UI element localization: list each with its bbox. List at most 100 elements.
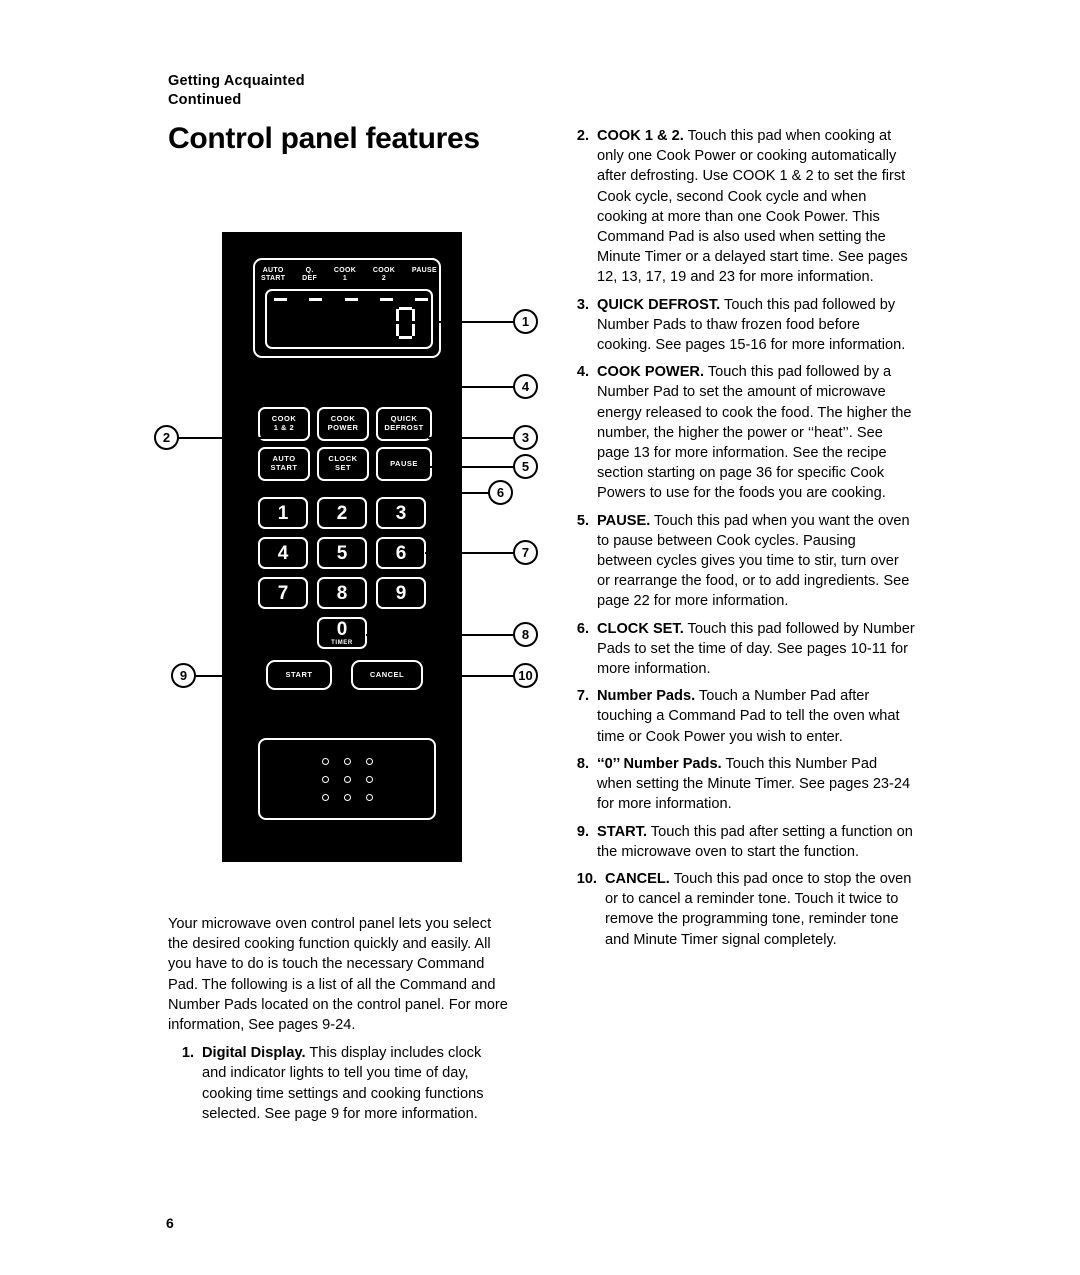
indicator-cook-1: COOK 1 bbox=[333, 267, 357, 282]
segment-top-right bbox=[412, 309, 415, 321]
leader-line-3 bbox=[428, 437, 514, 440]
pad-quick-defrost[interactable]: QUICK DEFROST bbox=[376, 407, 432, 441]
speaker-grille bbox=[258, 738, 436, 820]
callout-marker-3: 3 bbox=[513, 425, 538, 450]
segment-top-left bbox=[396, 309, 399, 321]
segment-top bbox=[399, 307, 412, 310]
speaker-hole bbox=[343, 793, 351, 801]
list-item-number: 1. bbox=[181, 1045, 194, 1062]
list-item-number: 2. bbox=[576, 128, 589, 144]
dash-segment bbox=[274, 298, 287, 301]
speaker-hole bbox=[365, 775, 373, 783]
left-text-column: Your microwave oven control panel lets y… bbox=[168, 914, 508, 1131]
number-pad-4[interactable]: 4 bbox=[258, 537, 308, 569]
number-pad-1[interactable]: 1 bbox=[258, 497, 308, 529]
number-pad-5[interactable]: 5 bbox=[317, 537, 367, 569]
speaker-hole bbox=[321, 757, 329, 765]
list-item-lead: PAUSE. bbox=[597, 512, 651, 529]
segment-bottom-left bbox=[396, 324, 399, 336]
speaker-hole bbox=[365, 757, 373, 765]
number-pad-2[interactable]: 2 bbox=[317, 497, 367, 529]
leader-line-8 bbox=[366, 634, 514, 637]
list-item: 5. PAUSE. Touch this pad when you want t… bbox=[563, 511, 915, 612]
list-item: 3. QUICK DEFROST. Touch this pad followe… bbox=[563, 295, 915, 356]
callout-marker-6: 6 bbox=[488, 480, 513, 505]
pad-auto-start[interactable]: AUTO START bbox=[258, 447, 310, 481]
speaker-hole bbox=[365, 793, 373, 801]
callout-marker-1: 1 bbox=[513, 309, 538, 334]
leader-line-4 bbox=[345, 386, 514, 389]
display-indicator-row: AUTO START Q. DEF COOK 1 COOK 2 PAUSE bbox=[261, 267, 437, 289]
leader-line-7 bbox=[425, 552, 514, 555]
kicker-line-2: Continued bbox=[168, 92, 242, 109]
intro-paragraph: Your microwave oven control panel lets y… bbox=[168, 916, 508, 1034]
pad-clock-set[interactable]: CLOCK SET bbox=[317, 447, 369, 481]
segment-bottom bbox=[399, 336, 412, 339]
dash-segment bbox=[344, 298, 358, 301]
list-item: 7. Number Pads. Touch a Number Pad after… bbox=[563, 686, 915, 747]
list-item: 8. ‘‘0’’ Number Pads. Touch this Number … bbox=[563, 754, 915, 815]
list-item: 9. START. Touch this pad after setting a… bbox=[563, 822, 915, 862]
speaker-hole bbox=[343, 757, 351, 765]
pad-start[interactable]: START bbox=[266, 660, 332, 690]
list-item-lead: ‘‘0’’ Number Pads. bbox=[597, 755, 722, 772]
list-item-number: 7. bbox=[576, 688, 589, 705]
right-text-column: 2. COOK 1 & 2. Touch this pad when cooki… bbox=[563, 126, 915, 957]
callout-marker-4: 4 bbox=[513, 374, 538, 399]
list-item-lead: START. bbox=[597, 823, 647, 840]
list-item-lead: COOK POWER. bbox=[597, 364, 705, 381]
document-page: Getting Acquainted Continued Control pan… bbox=[0, 0, 1080, 1275]
dash-segment bbox=[309, 298, 323, 301]
callout-marker-7: 7 bbox=[513, 540, 538, 565]
kicker-line-1: Getting Acquainted bbox=[168, 73, 305, 89]
dash-segment bbox=[379, 298, 393, 301]
pad-cancel[interactable]: CANCEL bbox=[351, 660, 423, 690]
list-item-number: 4. bbox=[576, 364, 589, 381]
list-item-number: 3. bbox=[576, 296, 589, 313]
list-item-lead: Digital Display. bbox=[202, 1045, 306, 1062]
indicator-cook-2: COOK 2 bbox=[372, 267, 396, 282]
number-pad-3[interactable]: 3 bbox=[376, 497, 426, 529]
leader-line-1 bbox=[436, 321, 514, 324]
list-item: 10. CANCEL. Touch this pad once to stop … bbox=[563, 869, 915, 950]
list-item: 2. COOK 1 & 2. Touch this pad when cooki… bbox=[563, 126, 915, 288]
callout-marker-2: 2 bbox=[154, 425, 179, 450]
number-pad-8[interactable]: 8 bbox=[317, 577, 367, 609]
callout-marker-9: 9 bbox=[171, 663, 196, 688]
segment-bottom-right bbox=[412, 324, 415, 336]
indicator-auto-start: AUTO START bbox=[261, 267, 286, 282]
list-item-lead: COOK 1 & 2. bbox=[597, 128, 684, 144]
leader-line-5 bbox=[424, 466, 514, 469]
page-title: Control panel features bbox=[168, 122, 480, 155]
callout-marker-10: 10 bbox=[513, 663, 538, 688]
pad-pause[interactable]: PAUSE bbox=[376, 447, 432, 481]
leader-line-10 bbox=[423, 675, 514, 678]
list-item-lead: CANCEL. bbox=[605, 870, 670, 887]
seven-segment-digit bbox=[396, 307, 415, 339]
number-pad-7[interactable]: 7 bbox=[258, 577, 308, 609]
control-panel-illustration: AUTO START Q. DEF COOK 1 COOK 2 PAUSE CO… bbox=[140, 225, 560, 870]
indicator-pause: PAUSE bbox=[411, 267, 437, 274]
indicator-quick-defrost: Q. DEF bbox=[302, 267, 318, 282]
leader-line-2 bbox=[178, 437, 266, 440]
pad-cook-1-and-2[interactable]: COOK 1 & 2 bbox=[258, 407, 310, 441]
list-item-lead: QUICK DEFROST. bbox=[597, 296, 721, 313]
callout-marker-8: 8 bbox=[513, 622, 538, 647]
number-pad-6[interactable]: 6 bbox=[376, 537, 426, 569]
leader-line-6 bbox=[424, 492, 489, 495]
dash-segment bbox=[415, 298, 428, 301]
list-item-lead: Number Pads. bbox=[597, 688, 696, 705]
section-kicker: Getting Acquainted Continued bbox=[168, 72, 305, 111]
callout-marker-5: 5 bbox=[513, 454, 538, 479]
pad-cook-power[interactable]: COOK POWER bbox=[317, 407, 369, 441]
speaker-hole bbox=[321, 793, 329, 801]
speaker-hole bbox=[343, 775, 351, 783]
list-item-body: Touch this pad followed by a Number Pad … bbox=[597, 364, 912, 502]
list-item-number: 8. bbox=[576, 755, 589, 772]
number-pad-0-timer[interactable]: 0 TIMER bbox=[317, 617, 367, 649]
number-pad-9[interactable]: 9 bbox=[376, 577, 426, 609]
list-item-number: 9. bbox=[576, 823, 589, 840]
list-item-number: 5. bbox=[576, 512, 589, 529]
list-item-number: 10. bbox=[576, 870, 597, 887]
list-item: 4. COOK POWER. Touch this pad followed b… bbox=[563, 362, 915, 503]
